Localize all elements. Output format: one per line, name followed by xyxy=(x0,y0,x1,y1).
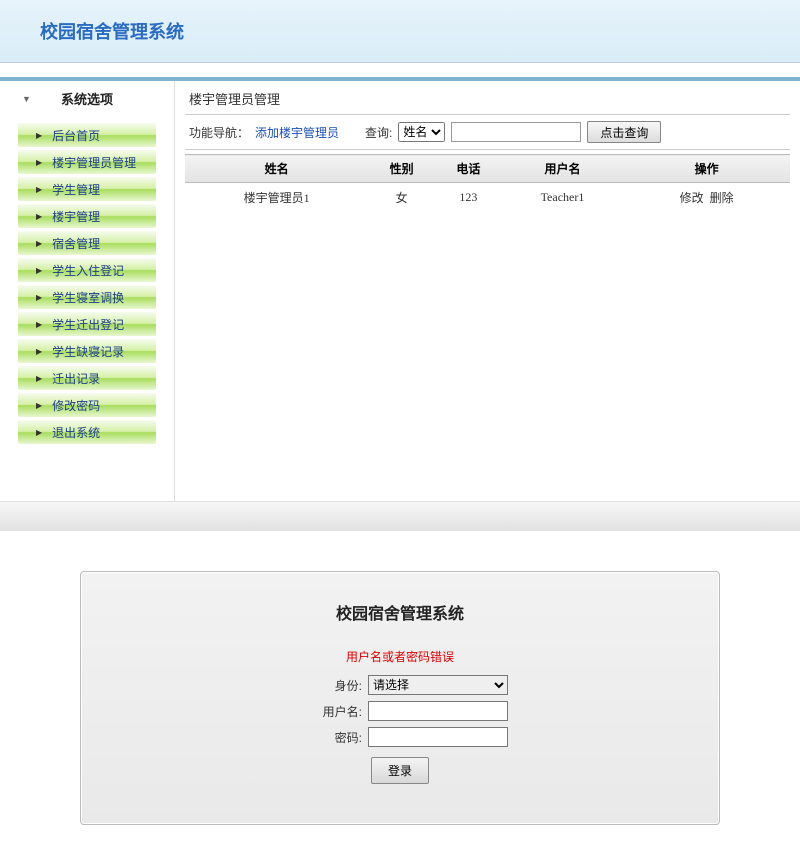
query-input[interactable] xyxy=(451,122,581,142)
sidebar-item-label: 楼宇管理 xyxy=(52,208,100,225)
sidebar-item-1[interactable]: ▶ 楼宇管理员管理 xyxy=(18,150,156,174)
login-title: 校园宿舍管理系统 xyxy=(81,600,719,624)
arrow-icon: ▶ xyxy=(36,185,42,194)
cell-username: Teacher1 xyxy=(502,183,624,213)
column-header: 电话 xyxy=(435,155,502,183)
login-error-message: 用户名或者密码错误 xyxy=(81,648,719,665)
arrow-icon: ▶ xyxy=(36,320,42,329)
arrow-icon: ▶ xyxy=(36,374,42,383)
password-input[interactable] xyxy=(368,727,508,747)
sidebar-item-label: 学生寝室调换 xyxy=(52,289,124,306)
sidebar-header[interactable]: ▼ 系统选项 xyxy=(8,81,166,120)
arrow-icon: ▶ xyxy=(36,131,42,140)
sidebar-item-0[interactable]: ▶ 后台首页 xyxy=(18,123,156,147)
cell-phone: 123 xyxy=(435,183,502,213)
app-header: 校园宿舍管理系统 xyxy=(0,0,800,63)
sidebar-item-2[interactable]: ▶ 学生管理 xyxy=(18,177,156,201)
delete-link[interactable]: 删除 xyxy=(710,191,734,205)
password-label: 密码: xyxy=(292,729,362,746)
content-title: 楼宇管理员管理 xyxy=(185,89,790,108)
sidebar-item-11[interactable]: ▶ 退出系统 xyxy=(18,420,156,444)
login-section: 校园宿舍管理系统 用户名或者密码错误 身份: 请选择 用户名: 密码: 登录 xyxy=(0,571,800,855)
sidebar-item-label: 楼宇管理员管理 xyxy=(52,154,136,171)
edit-link[interactable]: 修改 xyxy=(680,191,704,205)
sidebar-item-label: 学生迁出登记 xyxy=(52,316,124,333)
login-panel: 校园宿舍管理系统 用户名或者密码错误 身份: 请选择 用户名: 密码: 登录 xyxy=(80,571,720,825)
sidebar-item-9[interactable]: ▶ 迁出记录 xyxy=(18,366,156,390)
add-admin-link[interactable]: 添加楼宇管理员 xyxy=(255,124,339,141)
column-header: 姓名 xyxy=(185,155,368,183)
arrow-icon: ▶ xyxy=(36,428,42,437)
nav-label: 功能导航： xyxy=(189,124,249,141)
sidebar-item-label: 修改密码 xyxy=(52,397,100,414)
main-area: ▼ 系统选项 ▶ 后台首页 ▶ 楼宇管理员管理 ▶ 学生管理 ▶ 楼宇管理 ▶ 宿舍管理 ▶ 学生入住… xyxy=(0,81,800,501)
sidebar: ▼ 系统选项 ▶ 后台首页 ▶ 楼宇管理员管理 ▶ 学生管理 ▶ 楼宇管理 ▶ 宿舍管理 ▶ 学生入住… xyxy=(0,81,175,501)
arrow-icon: ▶ xyxy=(36,266,42,275)
role-label: 身份: xyxy=(292,677,362,694)
sidebar-item-label: 学生缺寝记录 xyxy=(52,343,124,360)
sidebar-item-label: 学生管理 xyxy=(52,181,100,198)
query-label: 查询: xyxy=(365,124,392,141)
footer-band xyxy=(0,501,800,531)
collapse-icon: ▼ xyxy=(22,94,31,104)
sidebar-item-7[interactable]: ▶ 学生迁出登记 xyxy=(18,312,156,336)
sidebar-title: 系统选项 xyxy=(61,89,113,108)
column-header: 性别 xyxy=(368,155,435,183)
sidebar-item-3[interactable]: ▶ 楼宇管理 xyxy=(18,204,156,228)
sidebar-item-10[interactable]: ▶ 修改密码 xyxy=(18,393,156,417)
toolbar: 功能导航： 添加楼宇管理员 查询: 姓名 点击查询 xyxy=(185,114,790,150)
arrow-icon: ▶ xyxy=(36,293,42,302)
query-field-select[interactable]: 姓名 xyxy=(398,122,445,142)
sidebar-item-5[interactable]: ▶ 学生入住登记 xyxy=(18,258,156,282)
arrow-icon: ▶ xyxy=(36,401,42,410)
table-row: 楼宇管理员1女123Teacher1修改删除 xyxy=(185,183,790,213)
content-panel: 楼宇管理员管理 功能导航： 添加楼宇管理员 查询: 姓名 点击查询 姓名性别电话… xyxy=(175,81,800,501)
admin-table: 姓名性别电话用户名操作 楼宇管理员1女123Teacher1修改删除 xyxy=(185,154,790,212)
sidebar-item-label: 学生入住登记 xyxy=(52,262,124,279)
sidebar-item-6[interactable]: ▶ 学生寝室调换 xyxy=(18,285,156,309)
username-input[interactable] xyxy=(368,701,508,721)
column-header: 用户名 xyxy=(502,155,624,183)
sidebar-item-8[interactable]: ▶ 学生缺寝记录 xyxy=(18,339,156,363)
username-label: 用户名: xyxy=(292,703,362,720)
sidebar-item-label: 宿舍管理 xyxy=(52,235,100,252)
arrow-icon: ▶ xyxy=(36,347,42,356)
arrow-icon: ▶ xyxy=(36,212,42,221)
sidebar-item-4[interactable]: ▶ 宿舍管理 xyxy=(18,231,156,255)
cell-gender: 女 xyxy=(368,183,435,213)
cell-name: 楼宇管理员1 xyxy=(185,183,368,213)
cell-actions: 修改删除 xyxy=(623,183,790,213)
app-title: 校园宿舍管理系统 xyxy=(40,22,184,42)
sidebar-item-label: 迁出记录 xyxy=(52,370,100,387)
sidebar-item-label: 后台首页 xyxy=(52,127,100,144)
column-header: 操作 xyxy=(623,155,790,183)
role-select[interactable]: 请选择 xyxy=(368,675,508,695)
sidebar-item-label: 退出系统 xyxy=(52,424,100,441)
search-button[interactable]: 点击查询 xyxy=(587,121,661,143)
arrow-icon: ▶ xyxy=(36,158,42,167)
login-button[interactable]: 登录 xyxy=(371,757,429,784)
header-gap xyxy=(0,63,800,77)
arrow-icon: ▶ xyxy=(36,239,42,248)
